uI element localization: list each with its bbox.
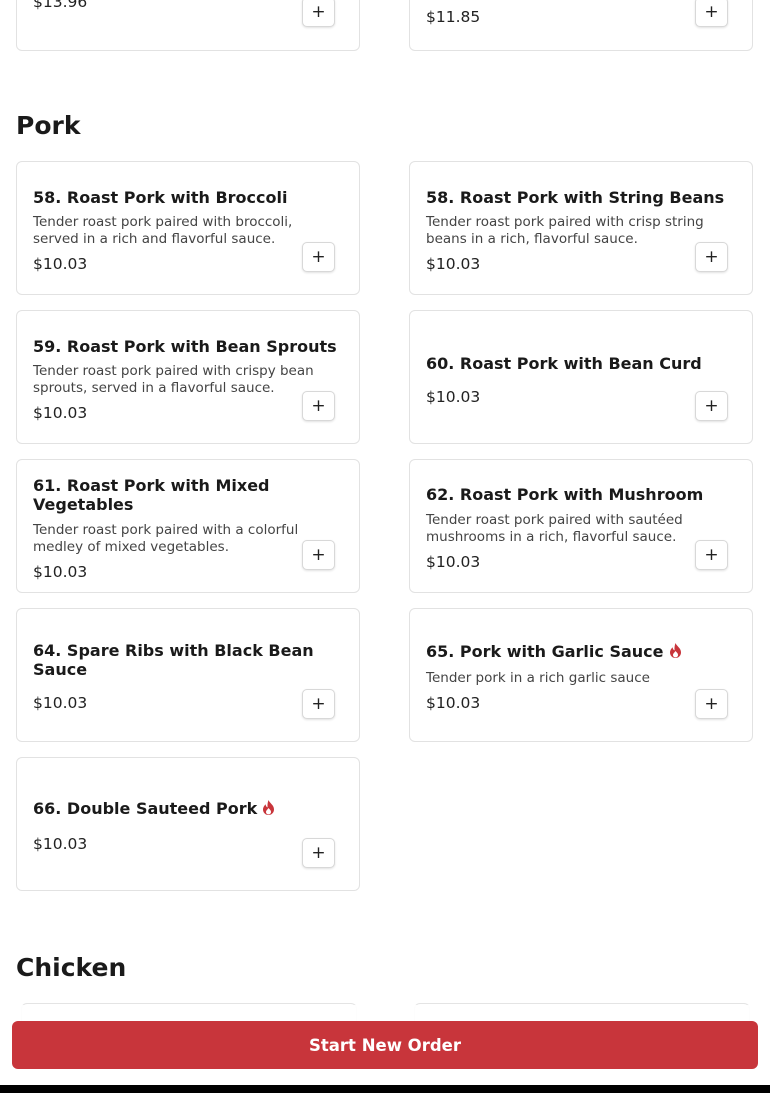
menu-item-card[interactable]: 62. Roast Pork with Mushroom Tender roas…	[409, 459, 753, 593]
menu-item-card[interactable]: 58. Roast Pork with Broccoli Tender roas…	[16, 161, 360, 295]
plus-icon: +	[311, 247, 326, 267]
item-title: 58. Roast Pork with String Beans	[426, 188, 725, 207]
add-item-button[interactable]: +	[695, 689, 728, 719]
section-title-chicken: Chicken	[16, 953, 127, 982]
menu-item-card[interactable]: 66. Double Sauteed Pork $10.03 +	[16, 757, 360, 891]
plus-icon: +	[704, 545, 719, 565]
item-price: $10.03	[33, 563, 88, 581]
item-title: 62. Roast Pork with Mushroom	[426, 485, 704, 504]
item-price: $10.03	[426, 553, 481, 571]
item-title: 59. Roast Pork with Bean Sprouts	[33, 337, 337, 356]
menu-item-card[interactable]: $13.96 +	[16, 0, 360, 51]
item-title: 60. Roast Pork with Bean Curd	[426, 354, 702, 373]
item-title: 64. Spare Ribs with Black Bean Sauce	[33, 641, 314, 679]
plus-icon: +	[311, 2, 326, 22]
add-item-button[interactable]: +	[302, 838, 335, 868]
fire-icon	[262, 800, 275, 819]
plus-icon: +	[311, 843, 326, 863]
menu-item-card[interactable]: 60. Roast Pork with Bean Curd $10.03 +	[409, 310, 753, 444]
section-title-pork: Pork	[16, 111, 81, 140]
menu-item-card[interactable]: 58. Roast Pork with String Beans Tender …	[409, 161, 753, 295]
plus-icon: +	[704, 247, 719, 267]
item-title-row: 65. Pork with Garlic Sauce	[426, 642, 736, 662]
item-title: 65. Pork with Garlic Sauce	[426, 642, 664, 661]
item-description: Tender roast pork paired with a colorful…	[33, 522, 299, 555]
plus-icon: +	[311, 694, 326, 714]
add-item-button[interactable]: +	[695, 0, 728, 27]
item-price: $11.85	[426, 8, 481, 26]
plus-icon: +	[311, 396, 326, 416]
item-title: 66. Double Sauteed Pork	[33, 799, 258, 818]
menu-item-card[interactable]: 59. Roast Pork with Bean Sprouts Tender …	[16, 310, 360, 444]
start-new-order-button[interactable]: Start New Order	[12, 1021, 758, 1069]
menu-item-card[interactable]: 64. Spare Ribs with Black Bean Sauce $10…	[16, 608, 360, 742]
item-price: $10.03	[33, 835, 88, 853]
item-price: $10.03	[33, 694, 88, 712]
item-title: 58. Roast Pork with Broccoli	[33, 188, 288, 207]
menu-item-card[interactable]: $11.85 +	[409, 0, 753, 51]
item-description: Tender pork in a rich garlic sauce	[426, 670, 650, 686]
add-item-button[interactable]: +	[302, 540, 335, 570]
item-price: $10.03	[33, 404, 88, 422]
add-item-button[interactable]: +	[695, 391, 728, 421]
item-price: $13.96	[33, 0, 88, 11]
fire-icon	[669, 643, 682, 662]
menu-item-card[interactable]: 65. Pork with Garlic Sauce Tender pork i…	[409, 608, 753, 742]
item-price: $10.03	[426, 388, 481, 406]
item-description: Tender roast pork paired with sautéed mu…	[426, 512, 683, 545]
plus-icon: +	[704, 396, 719, 416]
plus-icon: +	[704, 694, 719, 714]
item-price: $10.03	[33, 255, 88, 273]
add-item-button[interactable]: +	[302, 391, 335, 421]
item-description: Tender roast pork paired with crispy bea…	[33, 363, 314, 396]
item-description: Tender roast pork paired with crisp stri…	[426, 214, 704, 247]
item-price: $10.03	[426, 694, 481, 712]
item-title: 61. Roast Pork with Mixed Vegetables	[33, 476, 270, 514]
bottom-bar	[0, 1085, 770, 1093]
add-item-button[interactable]: +	[302, 689, 335, 719]
item-price: $10.03	[426, 255, 481, 273]
add-item-button[interactable]: +	[302, 242, 335, 272]
menu-item-card[interactable]: 61. Roast Pork with Mixed Vegetables Ten…	[16, 459, 360, 593]
add-item-button[interactable]: +	[695, 540, 728, 570]
add-item-button[interactable]: +	[695, 242, 728, 272]
item-description: Tender roast pork paired with broccoli, …	[33, 214, 293, 247]
add-item-button[interactable]: +	[302, 0, 335, 27]
plus-icon: +	[311, 545, 326, 565]
plus-icon: +	[704, 2, 719, 22]
item-title-row: 66. Double Sauteed Pork	[33, 799, 343, 819]
